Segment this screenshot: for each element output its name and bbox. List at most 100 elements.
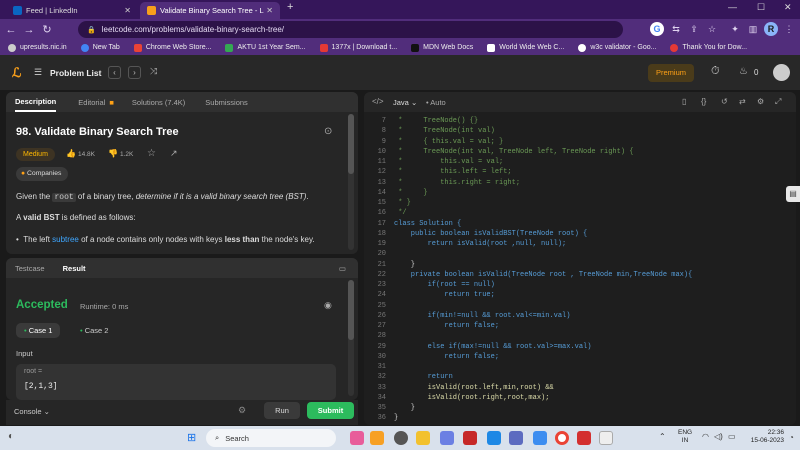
app-icon-media[interactable]: [394, 431, 408, 445]
fullscreen-icon[interactable]: ⤢: [775, 97, 781, 107]
console-toggle[interactable]: Console ⌄: [14, 407, 50, 416]
new-tab-button[interactable]: +: [287, 1, 293, 13]
menu-icon[interactable]: ⋮: [782, 22, 796, 36]
bookmark-icon[interactable]: ▯: [682, 97, 686, 106]
star-icon[interactable]: ☆: [147, 148, 156, 159]
language-select[interactable]: Java ⌄: [393, 98, 417, 107]
taskbar-search[interactable]: ⌕ Search: [206, 429, 336, 447]
google-icon[interactable]: G: [650, 22, 664, 36]
eye-icon[interactable]: ◉: [324, 300, 332, 311]
app-icon-mcafee[interactable]: [577, 431, 591, 445]
split-icon[interactable]: ⇄: [739, 97, 746, 106]
premium-button[interactable]: Premium: [648, 64, 694, 82]
minimize-icon[interactable]: —: [728, 2, 737, 12]
bookmark-item[interactable]: w3c validator - Goo...: [578, 43, 656, 52]
translate-icon[interactable]: ⇆: [669, 22, 683, 36]
problem-list-link[interactable]: Problem List: [50, 68, 101, 78]
star-icon[interactable]: ☆: [705, 22, 719, 36]
app-icon-terminal[interactable]: [509, 431, 523, 445]
expand-icon[interactable]: ▭: [339, 264, 346, 273]
forward-icon[interactable]: →: [20, 24, 38, 36]
scrollbar-thumb[interactable]: [348, 114, 354, 174]
case-1-button[interactable]: • Case 1: [16, 323, 61, 338]
volume-icon[interactable]: ◁): [714, 432, 723, 441]
case-2-button[interactable]: • Case 2: [72, 323, 116, 338]
share-icon[interactable]: ↗: [170, 148, 178, 159]
side-feedback-icon[interactable]: ▤: [786, 186, 800, 202]
more-icon[interactable]: ⊙: [324, 126, 332, 137]
language-indicator[interactable]: ENG IN: [678, 429, 692, 445]
debug-icon[interactable]: ⚙: [238, 405, 246, 416]
bookmark-item[interactable]: 1377x | Download t...: [319, 43, 397, 52]
chrome-icon[interactable]: [555, 431, 569, 445]
tab-linkedin[interactable]: Feed | LinkedIn ✕: [6, 2, 138, 19]
user-avatar[interactable]: [773, 64, 790, 81]
share-icon[interactable]: ⇪: [687, 22, 701, 36]
tab-leetcode[interactable]: Validate Binary Search Tree - Lee ✕: [140, 2, 280, 19]
app-icon-vlc[interactable]: [370, 431, 384, 445]
app-icon-youtube[interactable]: [463, 431, 477, 445]
sidepanel-icon[interactable]: ▥: [746, 22, 760, 36]
notification-icon[interactable]: ◔: [789, 433, 794, 442]
reload-icon[interactable]: ↻: [38, 23, 56, 36]
close-window-icon[interactable]: ✕: [784, 2, 792, 13]
companies-tag[interactable]: ● Companies: [16, 167, 69, 181]
run-button[interactable]: Run: [264, 402, 300, 419]
bookmark-item[interactable]: AKTU 1st Year Sem...: [225, 43, 306, 52]
leetcode-logo[interactable]: ℒ: [12, 65, 21, 81]
app-icon-docs[interactable]: [440, 431, 454, 445]
tab-result[interactable]: Result: [63, 264, 86, 273]
close-icon[interactable]: ✕: [266, 6, 273, 15]
code-editor[interactable]: </> Java ⌄ • Auto ▯ {} ↺ ⇄ ⚙ ⤢ 7 * TreeN…: [364, 92, 796, 425]
clock[interactable]: 22:36 15-06-2023: [744, 429, 784, 445]
widgets-icon[interactable]: ◐: [8, 431, 14, 442]
scrollbar-thumb[interactable]: [348, 280, 354, 340]
dislike-icon[interactable]: 👎: [108, 149, 118, 158]
code-text: * }: [394, 199, 411, 207]
fire-icon[interactable]: ♨: [739, 66, 748, 77]
list-icon[interactable]: ☰: [34, 67, 42, 78]
app-icon-photos[interactable]: [350, 431, 364, 445]
app-icon-store[interactable]: [533, 431, 547, 445]
reset-icon[interactable]: ↺: [721, 97, 728, 106]
bookmark-item[interactable]: upresults.nic.in: [8, 43, 67, 52]
scrollbar[interactable]: [348, 114, 354, 250]
bookmark-item[interactable]: MDN Web Docs: [411, 43, 473, 52]
like-icon[interactable]: 👍: [66, 149, 76, 158]
line-number: 18: [377, 229, 386, 238]
tab-solutions[interactable]: Solutions (7.4K): [132, 98, 185, 107]
back-icon[interactable]: ←: [2, 24, 20, 36]
tab-testcase[interactable]: Testcase: [15, 264, 45, 273]
bookmark-item[interactable]: New Tab: [80, 43, 120, 52]
tab-editorial[interactable]: Editorial: [78, 98, 105, 107]
chevron-up-icon[interactable]: ⌃: [659, 432, 666, 441]
tab-submissions[interactable]: Submissions: [205, 98, 248, 107]
profile-avatar[interactable]: R: [764, 22, 778, 36]
bookmarks-bar: upresults.nic.in New Tab Chrome Web Stor…: [0, 40, 800, 55]
scrollbar[interactable]: [348, 280, 354, 396]
braces-icon[interactable]: {}: [701, 97, 706, 106]
next-problem-button[interactable]: ›: [128, 66, 141, 79]
tab-description[interactable]: Description: [15, 92, 57, 112]
prev-problem-button[interactable]: ‹: [108, 66, 121, 79]
code-area[interactable]: 7 * TreeNode() {} 8 * TreeNode(int val) 9 …: [364, 112, 796, 425]
submit-button[interactable]: Submit: [307, 402, 354, 419]
extensions-icon[interactable]: ✦: [728, 22, 742, 36]
bookmark-item[interactable]: Chrome Web Store...: [133, 43, 211, 52]
battery-icon[interactable]: ▭: [728, 432, 736, 441]
bookmark-item[interactable]: Thank You for Dow...: [670, 43, 747, 52]
subtree-link[interactable]: subtree: [52, 235, 79, 244]
file-explorer-icon[interactable]: [416, 431, 430, 445]
app-icon-misc[interactable]: [599, 431, 613, 445]
settings-icon[interactable]: ⚙: [757, 97, 764, 106]
wifi-icon[interactable]: ◠: [702, 432, 709, 441]
close-icon[interactable]: ✕: [124, 6, 131, 15]
address-bar[interactable]: 🔒 leetcode.com/problems/validate-binary-…: [78, 21, 623, 38]
vscode-icon[interactable]: [487, 431, 501, 445]
chevron-down-icon: ⌄: [43, 407, 50, 416]
bookmark-item[interactable]: World Wide Web C...: [487, 43, 564, 52]
windows-start-icon[interactable]: ⊞: [187, 431, 196, 444]
timer-icon[interactable]: ⏱: [711, 65, 720, 78]
shuffle-icon[interactable]: ⤨: [150, 66, 157, 77]
maximize-icon[interactable]: ☐: [757, 2, 765, 13]
